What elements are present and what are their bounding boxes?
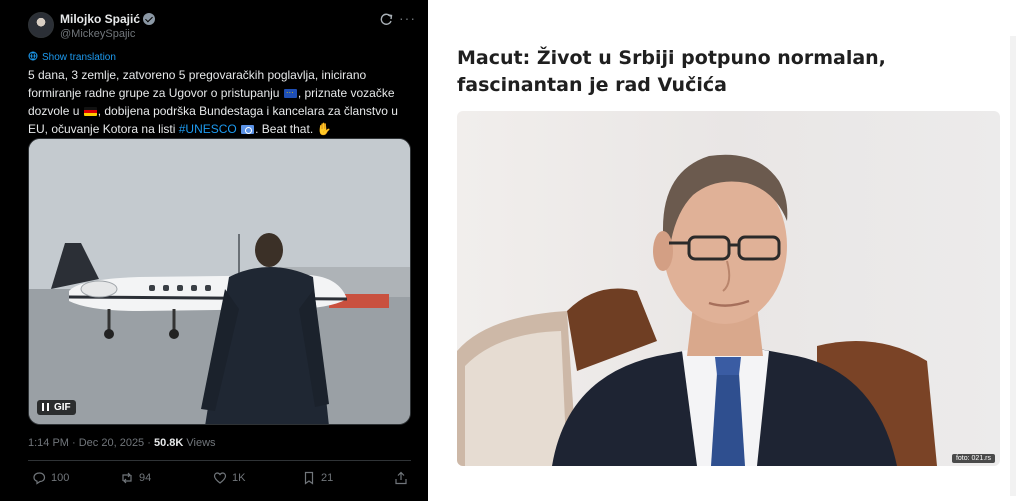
show-translation-label[interactable]: Show translation: [42, 52, 116, 63]
germany-flag-icon: [83, 107, 97, 116]
avatar[interactable]: [28, 12, 54, 38]
reply-count: 100: [51, 472, 70, 484]
meta-separator: ·: [147, 437, 151, 449]
tweet-text: 5 dana, 3 zemlje, zatvoreno 5 pregovarač…: [28, 66, 403, 138]
like-count: 1K: [232, 472, 246, 484]
views-count: 50.8K: [153, 437, 184, 449]
scrollbar-track[interactable]: [1010, 36, 1016, 496]
globe-icon: [28, 51, 38, 61]
reply-icon: [33, 472, 46, 485]
portrait-illustration: [457, 154, 937, 466]
views-label: Views: [186, 437, 216, 449]
gif-badge[interactable]: GIF: [37, 400, 76, 415]
repost-button[interactable]: 94: [120, 471, 151, 485]
tweet-text-part4: . Beat that.: [255, 122, 317, 136]
tweet-header: Milojko Spajić @MickeySpajic ···: [28, 10, 418, 44]
reply-button[interactable]: 100: [32, 471, 69, 485]
verified-icon: [143, 13, 156, 25]
unesco-hashtag-link[interactable]: #UNESCO: [179, 122, 237, 136]
like-button[interactable]: 1K: [213, 471, 245, 485]
bookmark-button[interactable]: 21: [302, 471, 333, 485]
tweet-gif-media[interactable]: GIF: [28, 138, 411, 425]
photo-credit: foto: 021.rs: [951, 454, 995, 463]
tweet-meta: 1:14 PM · Dec 20, 2025 · 50.8K Views: [28, 437, 216, 449]
gif-label: GIF: [54, 402, 71, 413]
author-name-text[interactable]: Milojko Spajić: [60, 12, 140, 26]
grok-icon[interactable]: [379, 13, 393, 27]
share-button[interactable]: [394, 471, 408, 485]
more-icon[interactable]: ···: [399, 10, 416, 26]
waving-hand-icon: ✋: [316, 122, 332, 136]
bookmark-icon: [304, 471, 314, 485]
repost-count: 94: [139, 472, 152, 484]
tweet-timestamp[interactable]: 1:14 PM · Dec 20, 2025: [28, 437, 144, 449]
pause-icon[interactable]: [42, 403, 49, 411]
article-panel: Macut: Život u Srbiji potpuno normalan, …: [429, 0, 1024, 501]
un-flag-icon: [241, 125, 255, 134]
repost-icon: [122, 472, 132, 484]
like-icon: [213, 472, 227, 484]
bookmark-count: 21: [321, 472, 334, 484]
show-translation-link[interactable]: Show translation: [28, 51, 116, 63]
meta-divider: [28, 460, 411, 461]
share-icon: [395, 471, 407, 485]
author-handle[interactable]: @MickeySpajic: [60, 28, 135, 40]
tweet-actions: 100 94 1K 21: [28, 469, 418, 489]
article-headline[interactable]: Macut: Život u Srbiji potpuno normalan, …: [457, 45, 997, 99]
tweet-panel: Milojko Spajić @MickeySpajic ··· Show tr…: [0, 0, 428, 501]
author-name[interactable]: Milojko Spajić: [60, 12, 156, 26]
gif-frame-illustration: [29, 139, 410, 424]
eu-flag-icon: [283, 84, 297, 102]
article-photo[interactable]: foto: 021.rs: [457, 111, 1000, 466]
